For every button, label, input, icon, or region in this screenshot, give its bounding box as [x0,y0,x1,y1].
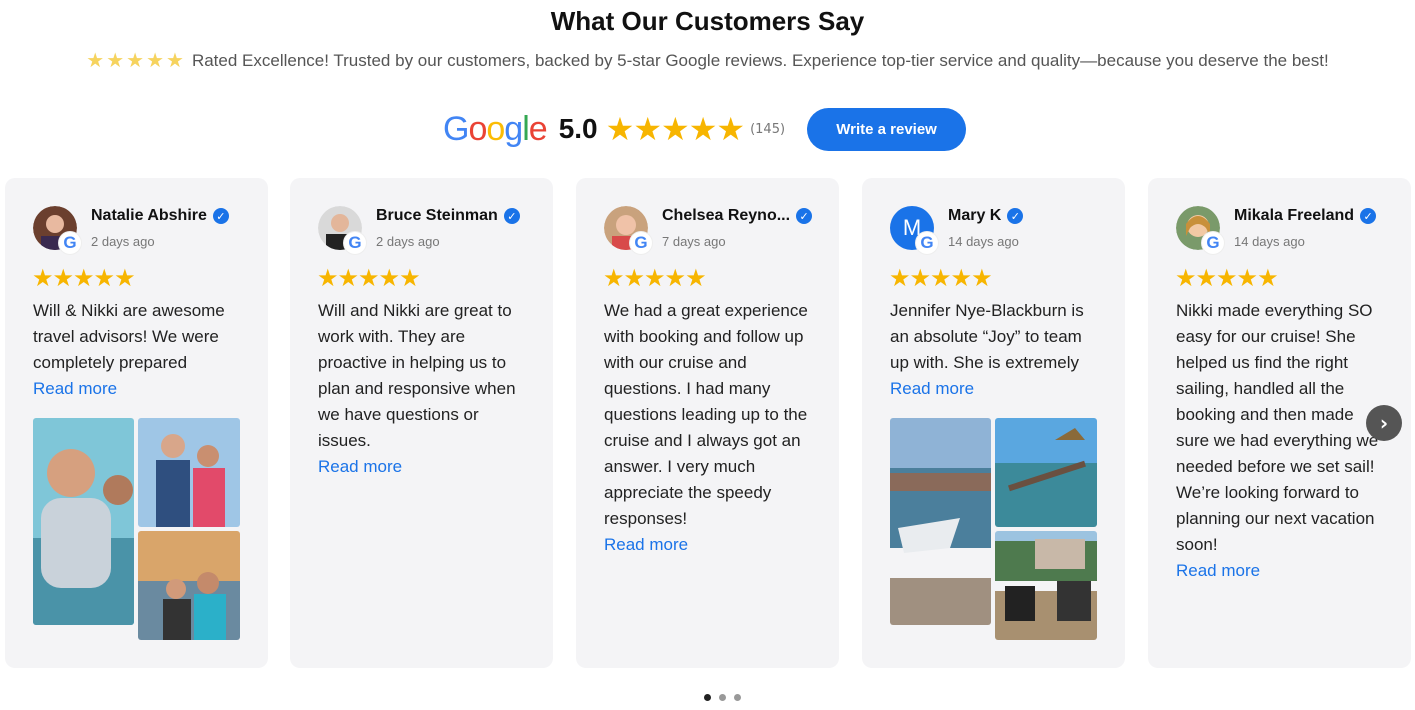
section-title: What Our Customers Say [550,6,865,36]
review-photo[interactable] [138,418,240,527]
review-photo[interactable] [995,418,1097,527]
read-more-link[interactable]: Read more [890,376,1105,402]
reviewer-name: Chelsea Reyno... [662,207,791,224]
review-card: G Chelsea Reyno... ✓ 7 days ago ★★★★★ We … [576,178,839,668]
google-logo: Google [443,109,548,148]
next-slide-arrow-icon[interactable]: › [1366,405,1402,441]
review-body: Nikki made everything SO easy for our cr… [1176,298,1391,584]
review-stars: ★★★★★ [603,264,707,292]
review-date: 7 days ago [662,234,726,249]
tagline: ★★★★★ Rated Excellence! Trusted by our cu… [0,48,1415,73]
review-body: We had a great experience with booking a… [604,298,819,558]
review-text: Will and Nikki are great to work with. T… [318,301,516,450]
review-photo[interactable] [33,418,134,625]
rating-score: 5.0 [558,113,598,144]
avatar: G [318,206,366,254]
avatar: G [1176,206,1224,254]
review-text: Jennifer Nye-Blackburn is an absolute “J… [890,301,1084,372]
carousel-pagination [704,694,741,701]
google-badge-icon: G [1202,232,1224,254]
read-more-link[interactable]: Read more [318,454,533,480]
avatar: G [604,206,652,254]
pagination-dot[interactable] [704,694,711,701]
review-date: 2 days ago [376,234,440,249]
review-stars: ★★★★★ [32,264,136,292]
rating-summary: Google 5.0 ★★★★★ (145) Write a review [443,106,967,152]
tagline-stars: ★★★★★ [86,50,186,72]
review-text: Will & Nikki are awesome travel advisors… [33,301,225,372]
review-date: 14 days ago [1234,234,1305,249]
verified-check-icon: ✓ [503,208,520,224]
verified-check-icon: ✓ [1360,208,1377,224]
review-card: G Bruce Steinman ✓ 2 days ago ★★★★★ Will … [290,178,553,668]
reviewer-name: Natalie Abshire [91,207,207,224]
review-date: 14 days ago [948,234,1019,249]
review-body: Jennifer Nye-Blackburn is an absolute “J… [890,298,1105,402]
review-body: Will & Nikki are awesome travel advisors… [33,298,248,402]
verified-check-icon: ✓ [212,208,229,224]
google-badge-icon: G [916,232,938,254]
rating-stars: ★★★★★ [605,110,745,148]
pagination-dot[interactable] [734,694,741,701]
review-count: (145) [750,121,786,137]
google-badge-icon: G [344,232,366,254]
tagline-text: Rated Excellence! Trusted by our custome… [191,51,1329,70]
review-card: M G Mary K ✓ 14 days ago ★★★★★ Jennifer N… [862,178,1125,668]
read-more-link[interactable]: Read more [33,376,248,402]
avatar: G [33,206,81,254]
review-card: G Natalie Abshire ✓ 2 days ago ★★★★★ Will… [5,178,268,668]
review-body: Will and Nikki are great to work with. T… [318,298,533,480]
review-stars: ★★★★★ [317,264,421,292]
google-badge-icon: G [630,232,652,254]
review-photo[interactable] [890,418,991,625]
verified-check-icon: ✓ [796,208,813,224]
google-badge-icon: G [59,232,81,254]
review-stars: ★★★★★ [889,264,993,292]
review-photo[interactable] [138,531,240,640]
verified-check-icon: ✓ [1007,208,1024,224]
review-photos [33,418,240,640]
review-photo[interactable] [995,531,1097,640]
read-more-link[interactable]: Read more [604,532,819,558]
review-photos [890,418,1097,640]
review-text: We had a great experience with booking a… [604,301,808,528]
review-date: 2 days ago [91,234,155,249]
review-text: Nikki made everything SO easy for our cr… [1176,301,1379,554]
avatar: M G [890,206,938,254]
pagination-dot[interactable] [719,694,726,701]
reviewer-name: Bruce Steinman [376,207,498,224]
write-review-button[interactable]: Write a review [807,107,967,151]
review-stars: ★★★★★ [1175,264,1279,292]
reviewer-name: Mary K [948,207,1002,224]
reviewer-name: Mikala Freeland [1234,207,1355,224]
read-more-link[interactable]: Read more [1176,558,1391,584]
